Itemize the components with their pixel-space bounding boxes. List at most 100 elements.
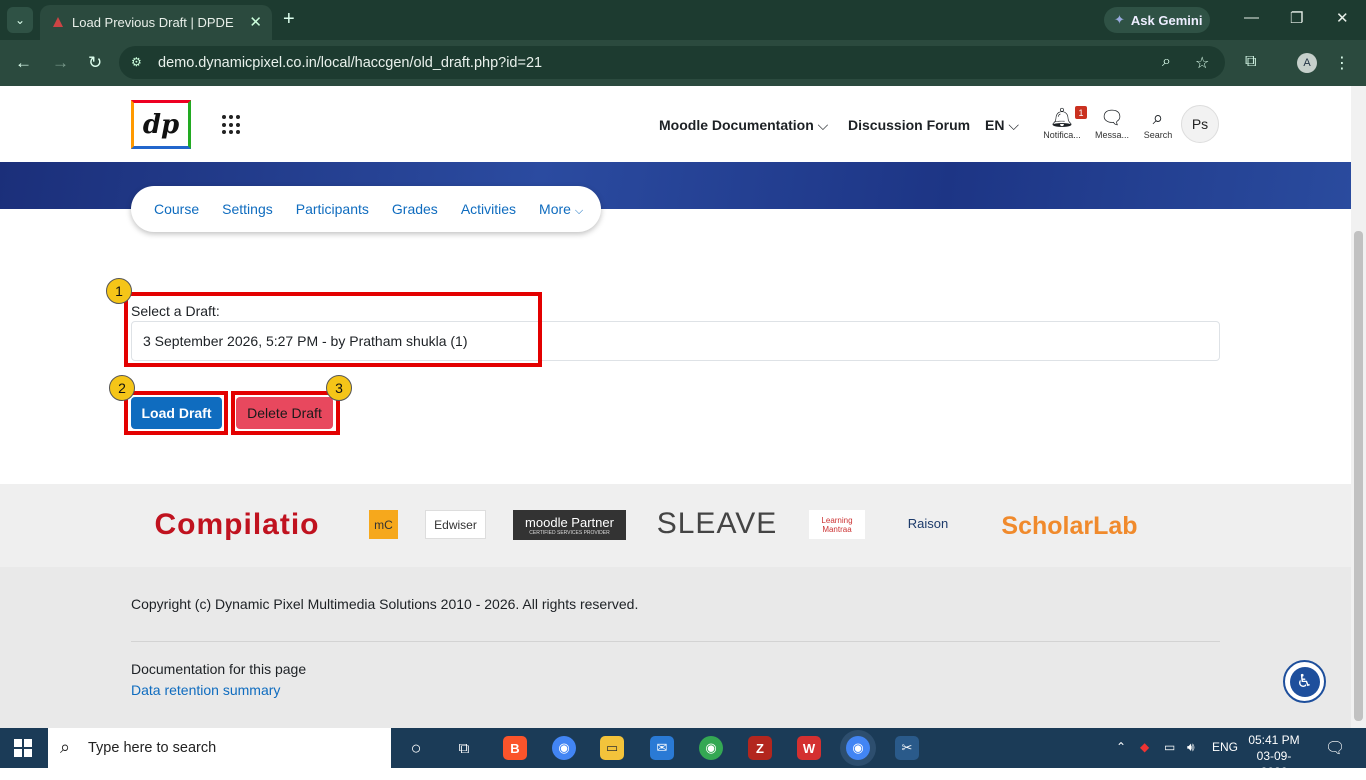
brave-browser-icon[interactable]: B <box>503 736 527 760</box>
clock-date: 03-09-2026 <box>1256 749 1292 779</box>
tab-search-button[interactable]: ⌄ <box>7 7 33 33</box>
network-icon[interactable]: ▭ <box>1164 740 1175 754</box>
compilatio-logo[interactable]: Compilatio <box>132 508 342 541</box>
chevron-down-icon: ⌵ <box>1008 117 1019 133</box>
moodle-documentation-label: Moodle Documentation <box>659 117 814 133</box>
edwiser-logo[interactable]: Edwiser <box>425 510 486 539</box>
highlight-box-2 <box>124 391 228 435</box>
restore-window-icon[interactable]: ❐ <box>1290 9 1303 27</box>
step-marker-3: 3 <box>326 375 352 401</box>
moodle-partner-sublabel: CERTIFIED SERVICES PROVIDER <box>529 529 610 536</box>
chrome-profile-icon[interactable]: ◉ <box>699 736 723 760</box>
language-label: EN <box>985 117 1005 133</box>
notification-count-badge: 1 <box>1075 106 1087 119</box>
url-text: demo.dynamicpixel.co.in/local/haccgen/ol… <box>158 54 543 71</box>
browser-profile-avatar[interactable]: A <box>1297 53 1317 73</box>
accessibility-button[interactable]: ♿︎ <box>1283 660 1326 703</box>
windows-taskbar: ⌕ Type here to search ○ ⧉ B ◉ ▭ ✉ ◉ Z W … <box>0 728 1366 779</box>
browser-menu-icon[interactable]: ⋮ <box>1334 53 1350 73</box>
system-clock[interactable]: 05:41 PM 03-09-2026 <box>1245 732 1303 780</box>
scholarlab-logo[interactable]: ScholarLab <box>992 510 1147 542</box>
mc-logo[interactable]: mC <box>369 510 398 539</box>
site-info-icon[interactable]: ⚙ <box>131 55 142 69</box>
task-view-icon[interactable]: ⧉ <box>452 736 476 760</box>
learning-mantraa-logo[interactable]: Learning Mantraa <box>809 510 865 539</box>
search-label: Search <box>1143 130 1173 140</box>
bookmark-star-icon[interactable]: ☆ <box>1195 53 1209 73</box>
tab-course[interactable]: Course <box>154 201 199 217</box>
tab-settings[interactable]: Settings <box>222 201 273 217</box>
chrome-active-icon[interactable]: ◉ <box>846 736 870 760</box>
windows-start-icon[interactable] <box>14 739 32 757</box>
apps-grid-icon[interactable] <box>222 115 242 135</box>
step-marker-1: 1 <box>106 278 132 304</box>
new-tab-button[interactable]: + <box>283 8 295 31</box>
extensions-icon[interactable]: ⧉ <box>1245 53 1256 71</box>
accessibility-icon: ♿︎ <box>1289 666 1320 697</box>
filezilla-icon[interactable]: Z <box>748 736 772 760</box>
taskbar-search-placeholder: Type here to search <box>88 740 217 756</box>
zoom-icon[interactable]: ⌕ <box>1162 53 1171 71</box>
volume-icon[interactable]: 🔊︎ <box>1187 740 1195 755</box>
gemini-sparkle-icon: ✦ <box>1114 12 1125 27</box>
page-content: dp Moodle Documentation ⌵ Discussion For… <box>0 86 1351 728</box>
chevron-down-icon: ⌵ <box>574 204 584 217</box>
tab-activities[interactable]: Activities <box>461 201 516 217</box>
sleave-logo[interactable]: SLEAVE <box>652 506 782 542</box>
notifications-label: Notifica... <box>1043 130 1081 140</box>
search-icon: ⌕ <box>60 737 71 757</box>
user-avatar[interactable]: Ps <box>1181 105 1219 143</box>
copyright-text: Copyright (c) Dynamic Pixel Multimedia S… <box>131 596 639 612</box>
back-arrow-icon[interactable]: ← <box>15 53 32 73</box>
documentation-text: Documentation for this page <box>131 661 307 677</box>
moodle-partner-logo[interactable]: moodle Partner CERTIFIED SERVICES PROVID… <box>513 510 626 540</box>
close-tab-icon[interactable]: ✕ <box>249 13 262 31</box>
highlight-box-1 <box>124 292 542 367</box>
reload-icon[interactable]: ↻ <box>88 53 102 73</box>
file-explorer-icon[interactable]: ▭ <box>600 736 624 760</box>
moodle-documentation-link[interactable]: Moodle Documentation ⌵ <box>659 117 828 134</box>
tab-more-label: More <box>539 200 571 217</box>
footer-divider <box>131 641 1220 642</box>
page-scrollbar[interactable] <box>1351 86 1366 728</box>
scrollbar-thumb[interactable] <box>1354 231 1363 721</box>
taskbar-search-box[interactable]: ⌕ Type here to search <box>48 728 391 768</box>
raison-logo[interactable]: Raison <box>893 512 963 534</box>
data-retention-link[interactable]: Data retention summary <box>131 682 280 698</box>
snipping-tool-icon[interactable]: ✂ <box>895 736 919 760</box>
minimize-window-icon[interactable]: — <box>1244 9 1259 26</box>
partners-strip: Compilatio mC Edwiser moodle Partner CER… <box>0 484 1351 567</box>
wps-office-icon[interactable]: W <box>797 736 821 760</box>
moodle-partner-label: moodle Partner <box>525 514 614 530</box>
browser-tab-active[interactable]: Load Previous Draft | DPDE ✕ <box>40 5 272 40</box>
notification-center-icon[interactable]: 🗨︎ <box>1325 738 1345 758</box>
tray-overflow-icon[interactable]: ⌃ <box>1116 740 1126 754</box>
browser-tab-bar: ⌄ Load Previous Draft | DPDE ✕ + ✦ Ask G… <box>0 0 1366 40</box>
cortana-icon[interactable]: ○ <box>404 736 428 760</box>
messages-button[interactable]: 🗨︎ Messa... <box>1092 108 1132 140</box>
address-bar[interactable]: ⚙ demo.dynamicpixel.co.in/local/haccgen/… <box>119 46 1225 79</box>
chrome-icon[interactable]: ◉ <box>552 736 576 760</box>
site-favicon-icon <box>53 17 63 27</box>
tab-more[interactable]: More ⌵ <box>539 201 583 218</box>
ask-gemini-button[interactable]: ✦ Ask Gemini <box>1104 7 1210 33</box>
search-button[interactable]: ⌕ Search <box>1138 108 1178 140</box>
clock-time: 05:41 PM <box>1248 733 1300 747</box>
mail-icon[interactable]: ✉ <box>650 736 674 760</box>
messages-label: Messa... <box>1094 130 1129 140</box>
language-menu[interactable]: EN ⌵ <box>985 117 1019 134</box>
tab-participants[interactable]: Participants <box>296 201 369 217</box>
tray-app-icon[interactable]: ◆ <box>1140 740 1149 754</box>
search-icon: ⌕ <box>1152 108 1164 129</box>
chevron-down-icon: ⌵ <box>817 117 829 133</box>
tab-grades[interactable]: Grades <box>392 201 438 217</box>
tab-title: Load Previous Draft | DPDE <box>72 15 234 30</box>
site-header: dp Moodle Documentation ⌵ Discussion For… <box>0 86 1351 162</box>
step-marker-2: 2 <box>109 375 135 401</box>
site-logo[interactable]: dp <box>131 100 191 149</box>
discussion-forum-link[interactable]: Discussion Forum <box>848 117 970 133</box>
close-window-icon[interactable]: ✕ <box>1336 9 1349 27</box>
language-indicator[interactable]: ENG <box>1212 740 1238 754</box>
forward-arrow-icon[interactable]: → <box>52 53 69 73</box>
course-secondary-nav: Course Settings Participants Grades Acti… <box>131 186 601 232</box>
